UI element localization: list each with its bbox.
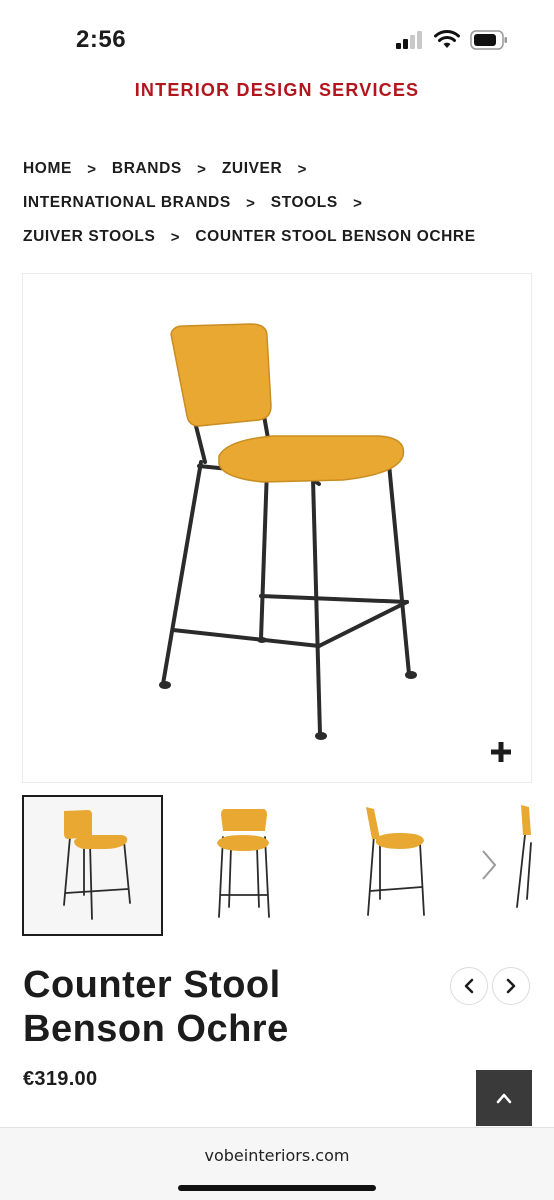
url-text[interactable]: vobeinteriors.com bbox=[0, 1146, 554, 1165]
breadcrumb: HOME > BRANDS > ZUIVER > INTERNATIONAL B… bbox=[23, 152, 533, 254]
breadcrumb-current: COUNTER STOOL BENSON OCHRE bbox=[195, 228, 476, 245]
battery-icon bbox=[470, 30, 507, 50]
thumbnail-image bbox=[217, 809, 270, 918]
breadcrumb-home[interactable]: HOME bbox=[23, 160, 72, 178]
thumbnail-image bbox=[366, 807, 425, 916]
breadcrumb-zuiver-stools[interactable]: ZUIVER STOOLS bbox=[23, 228, 155, 246]
chevron-right-icon bbox=[506, 978, 516, 994]
site-title[interactable]: INTERIOR DESIGN SERVICES bbox=[0, 80, 554, 101]
breadcrumb-zuiver[interactable]: ZUIVER bbox=[222, 160, 282, 178]
previous-product-button[interactable] bbox=[450, 967, 488, 1005]
breadcrumb-separator: > bbox=[170, 228, 181, 246]
wifi-icon bbox=[434, 30, 460, 48]
thumbnail-2[interactable] bbox=[171, 795, 312, 936]
breadcrumb-separator: > bbox=[87, 160, 97, 178]
breadcrumb-stools[interactable]: STOOLS bbox=[271, 194, 338, 212]
status-icons bbox=[396, 30, 508, 50]
arrow-up-icon bbox=[496, 1093, 512, 1104]
thumbnail-4[interactable] bbox=[469, 795, 554, 936]
thumbnail-image bbox=[63, 810, 131, 920]
thumbnail-strip bbox=[22, 795, 554, 936]
product-title-line-2: Benson Ochre bbox=[23, 1008, 289, 1050]
browser-address-bar: vobeinteriors.com bbox=[0, 1127, 554, 1200]
scroll-to-top-button[interactable] bbox=[476, 1070, 532, 1126]
thumbnail-1[interactable] bbox=[22, 795, 163, 936]
breadcrumb-separator: > bbox=[353, 194, 363, 212]
product-price: €319.00 bbox=[23, 1068, 98, 1090]
breadcrumb-separator: > bbox=[297, 160, 307, 178]
breadcrumb-line-2: INTERNATIONAL BRANDS > STOOLS > bbox=[23, 186, 533, 220]
next-product-button[interactable] bbox=[492, 967, 530, 1005]
product-title-line-1: Counter Stool bbox=[23, 964, 281, 1006]
breadcrumb-separator: > bbox=[246, 194, 256, 212]
breadcrumb-line-3: ZUIVER STOOLS > COUNTER STOOL BENSON OCH… bbox=[23, 220, 533, 254]
product-main-image[interactable] bbox=[22, 273, 532, 783]
breadcrumb-line-1: HOME > BRANDS > ZUIVER > bbox=[23, 152, 533, 186]
chevron-left-icon bbox=[464, 978, 474, 994]
status-time: 2:56 bbox=[76, 26, 127, 53]
breadcrumb-international-brands[interactable]: INTERNATIONAL BRANDS bbox=[23, 194, 231, 212]
breadcrumb-separator: > bbox=[197, 160, 207, 178]
signal-icon bbox=[396, 31, 422, 49]
product-title: Counter Stool Benson Ochre bbox=[23, 963, 423, 1051]
zoom-plus-icon[interactable] bbox=[489, 740, 513, 764]
chevron-right-icon[interactable] bbox=[477, 845, 501, 885]
product-nav bbox=[450, 967, 530, 1005]
thumbnail-3[interactable] bbox=[320, 795, 461, 936]
home-indicator bbox=[178, 1185, 376, 1191]
stool-illustration bbox=[159, 323, 417, 740]
status-bar: 2:56 bbox=[0, 0, 554, 84]
breadcrumb-brands[interactable]: BRANDS bbox=[112, 160, 182, 178]
